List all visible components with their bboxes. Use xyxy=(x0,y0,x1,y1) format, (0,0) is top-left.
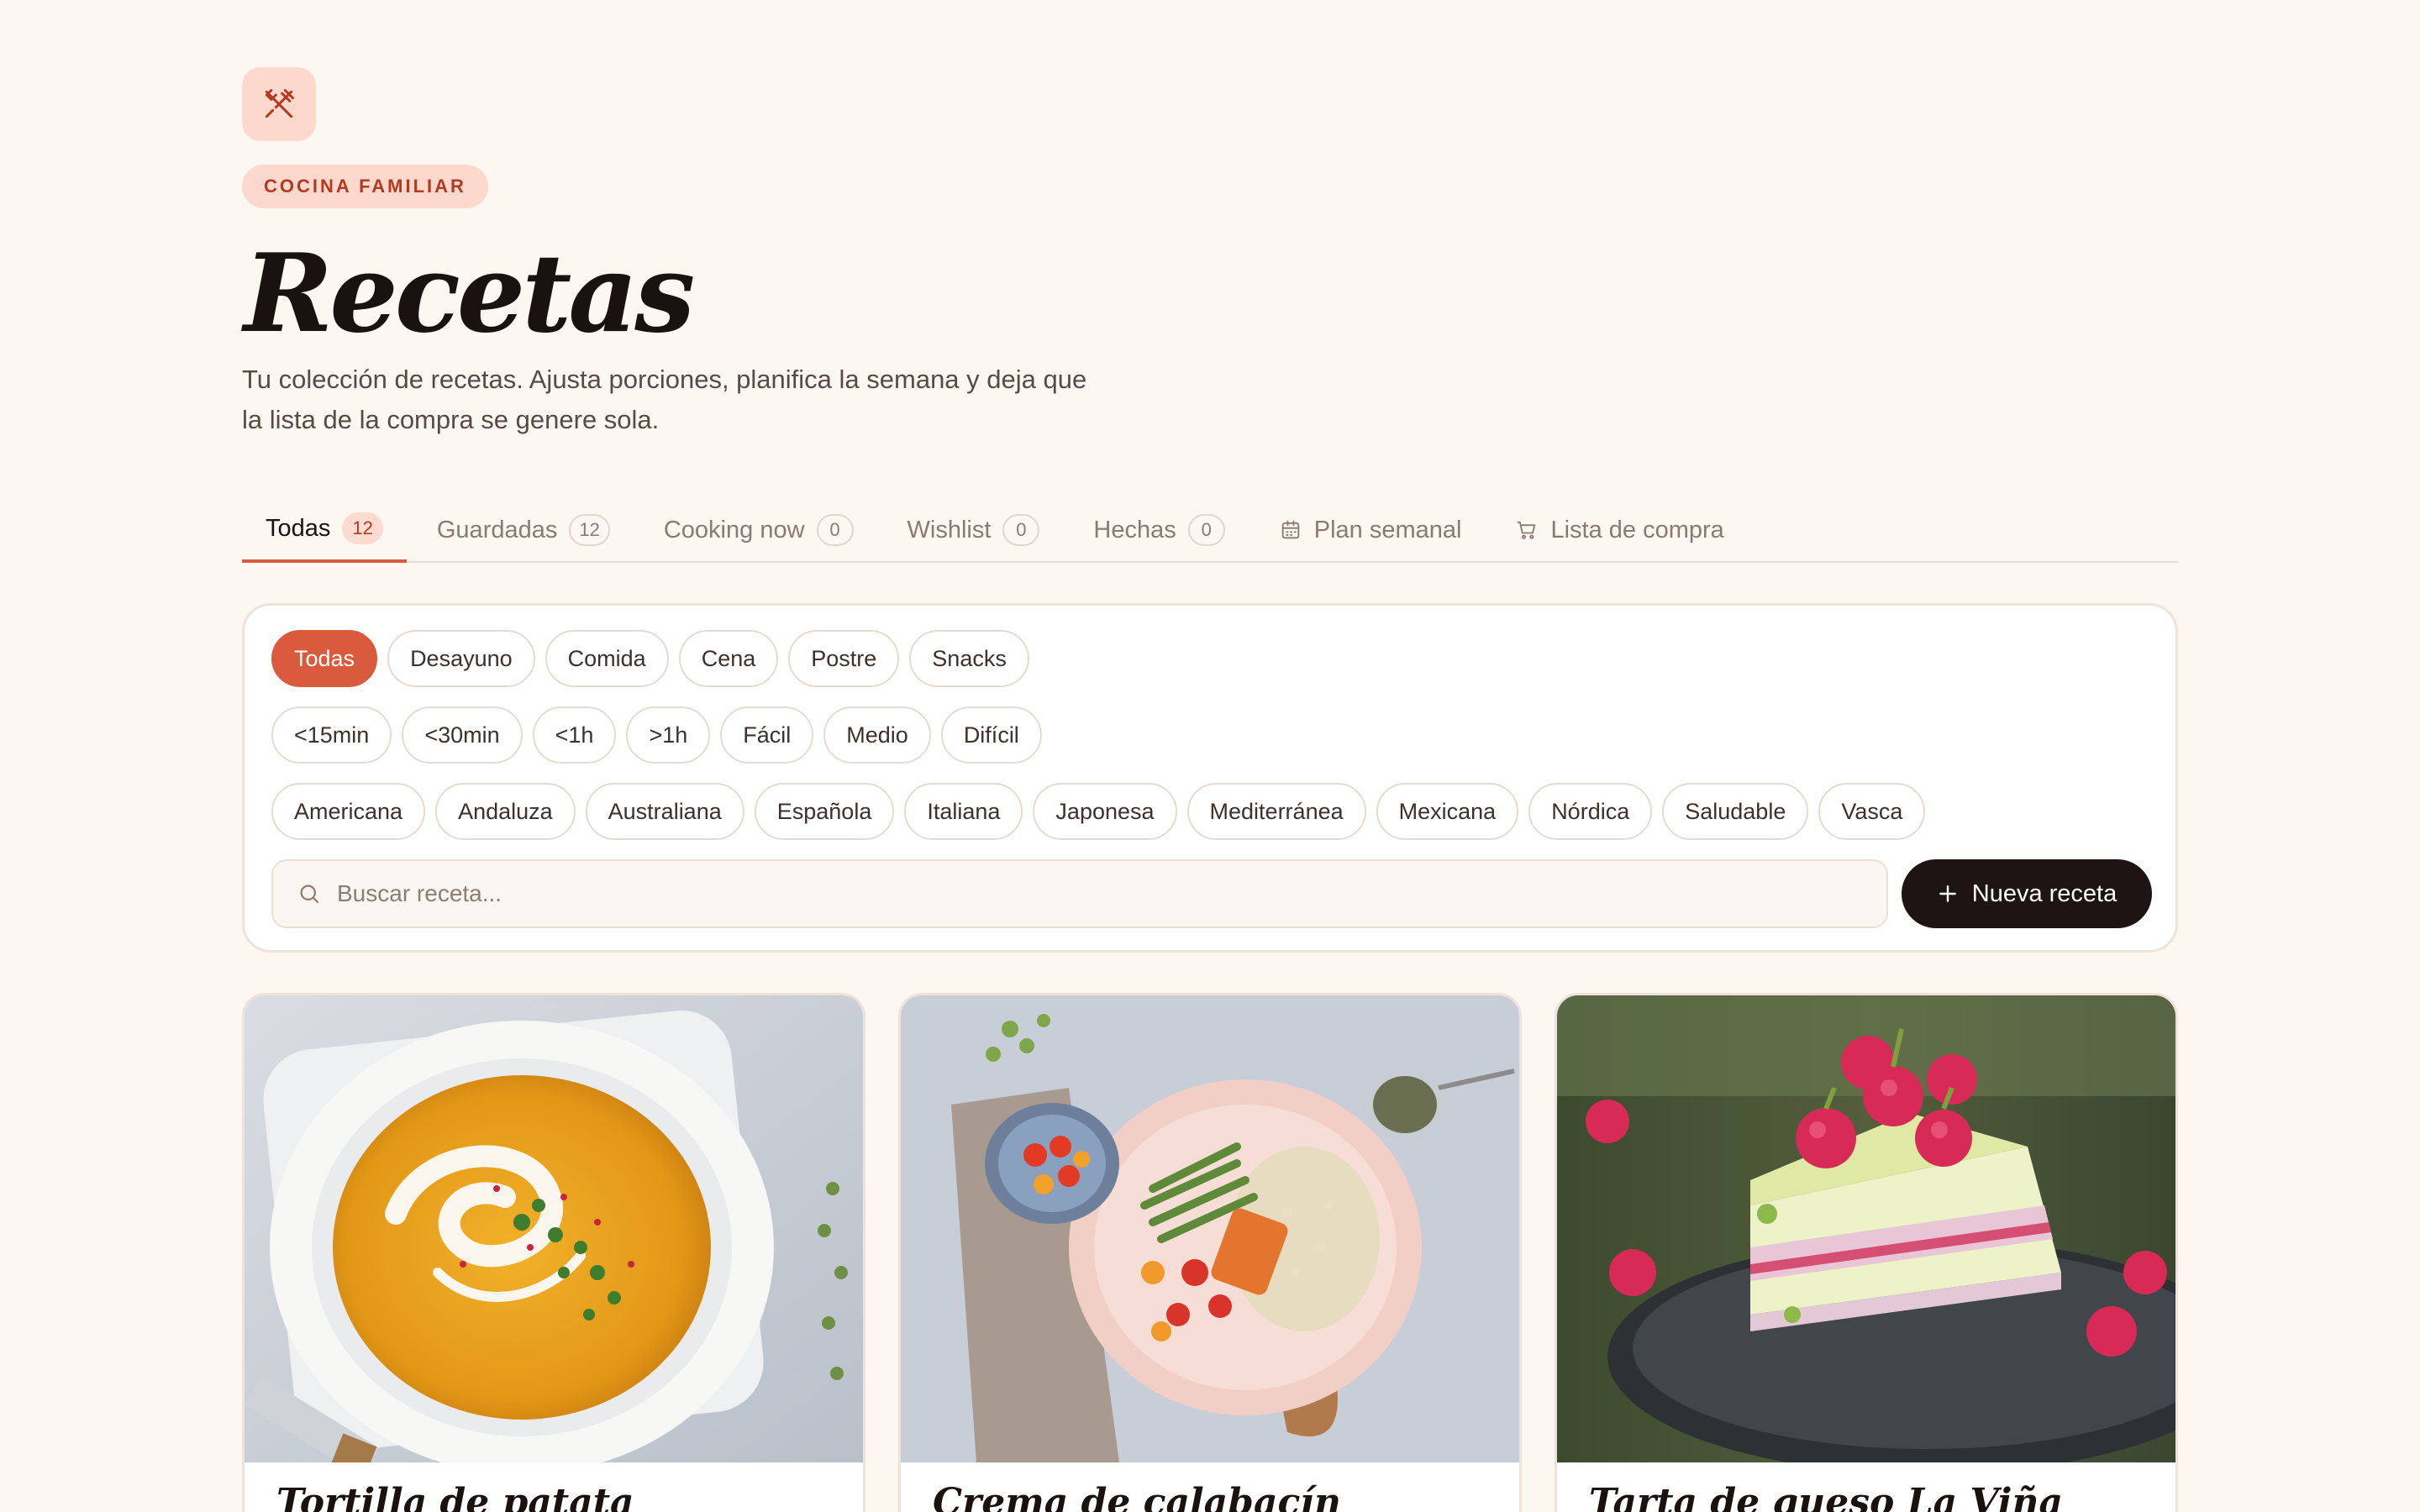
tab-label: Lista de compra xyxy=(1550,516,1724,543)
tab-count-badge: 0 xyxy=(816,514,854,546)
chip-cuisine-australiana[interactable]: Australiana xyxy=(585,783,744,840)
chip-difficulty-dificil[interactable]: Difícil xyxy=(940,706,1042,764)
tab-count-badge: 0 xyxy=(1187,514,1225,546)
chip-cuisine-andaluza[interactable]: Andaluza xyxy=(435,783,576,840)
recipe-card[interactable]: Tortilla de patata xyxy=(242,993,865,1512)
calendar-icon xyxy=(1281,520,1300,539)
chip-time-over-1h[interactable]: >1h xyxy=(626,706,711,764)
chip-cuisine-vasca[interactable]: Vasca xyxy=(1818,783,1926,840)
subtitle-line-2: la lista de la compra se genere sola. xyxy=(242,405,660,434)
tab-guardadas[interactable]: Guardadas 12 xyxy=(413,497,634,563)
chip-meal-todas[interactable]: Todas xyxy=(271,630,378,687)
recipe-card[interactable]: Tarta de queso La Viña xyxy=(1555,993,2178,1512)
tab-label: Todas xyxy=(266,514,331,542)
tab-wishlist[interactable]: Wishlist 0 xyxy=(884,497,1064,563)
page-subtitle: Tu colección de recetas. Ajusta porcione… xyxy=(242,360,1208,440)
chip-cuisine-americana[interactable]: Americana xyxy=(271,783,426,840)
tab-count-badge: 12 xyxy=(342,512,383,544)
chip-meal-snacks[interactable]: Snacks xyxy=(909,630,1029,687)
search-placeholder: Buscar receta... xyxy=(337,880,502,906)
recipe-title: Tortilla de patata xyxy=(276,1481,634,1512)
chip-cuisine-japonesa[interactable]: Japonesa xyxy=(1033,783,1177,840)
chip-cuisine-mexicana[interactable]: Mexicana xyxy=(1376,783,1519,840)
recipe-image-cake xyxy=(1557,995,2175,1462)
tab-todas[interactable]: Todas 12 xyxy=(242,497,407,563)
tab-hechas[interactable]: Hechas 0 xyxy=(1070,497,1248,563)
recipe-image-plate xyxy=(901,995,1519,1462)
recipe-card[interactable]: Crema de calabacín xyxy=(898,993,1522,1512)
subtitle-line-1: Tu colección de recetas. Ajusta porcione… xyxy=(242,365,1087,394)
new-recipe-label: Nueva receta xyxy=(1971,879,2118,907)
chip-meal-desayuno[interactable]: Desayuno xyxy=(387,630,535,687)
recipe-title: Tarta de queso La Viña xyxy=(1589,1481,2063,1512)
time-difficulty-filter-row: <15min <30min <1h >1h Fácil Medio Difíci… xyxy=(271,706,1042,764)
recipe-tabs: Todas 12 Guardadas 12 Cooking now 0 Wish… xyxy=(242,497,2178,563)
meal-filter-row: Todas Desayuno Comida Cena Postre Snacks xyxy=(271,630,1029,687)
tab-count-badge: 0 xyxy=(1002,514,1040,546)
utensils-icon xyxy=(265,89,294,118)
search-input[interactable]: Buscar receta... xyxy=(271,859,1888,928)
chip-meal-cena[interactable]: Cena xyxy=(678,630,779,687)
page-title: Recetas xyxy=(244,231,695,357)
filter-panel: Todas Desayuno Comida Cena Postre Snacks… xyxy=(242,603,2178,953)
tab-cooking-now[interactable]: Cooking now 0 xyxy=(640,497,877,563)
chip-meal-comida[interactable]: Comida xyxy=(544,630,669,687)
new-recipe-button[interactable]: Nueva receta xyxy=(1902,859,2152,928)
chip-difficulty-facil[interactable]: Fácil xyxy=(720,706,814,764)
chip-time-1h[interactable]: <1h xyxy=(532,706,617,764)
chip-time-30min[interactable]: <30min xyxy=(402,706,523,764)
cart-icon xyxy=(1518,521,1536,539)
chip-cuisine-mediterranea[interactable]: Mediterránea xyxy=(1186,783,1366,840)
cuisine-filter-row: Americana Andaluza Australiana Española … xyxy=(271,783,1926,840)
tab-lista-compra[interactable]: Lista de compra xyxy=(1491,497,1747,563)
recipe-image-soup xyxy=(245,995,863,1462)
recipe-title: Crema de calabacín xyxy=(933,1481,1341,1512)
app-logo xyxy=(242,67,316,141)
tab-count-badge: 12 xyxy=(569,514,610,546)
tab-plan-semanal[interactable]: Plan semanal xyxy=(1255,497,1486,563)
chip-time-15min[interactable]: <15min xyxy=(271,706,392,764)
chip-cuisine-italiana[interactable]: Italiana xyxy=(904,783,1023,840)
tab-label: Cooking now xyxy=(663,516,805,543)
tab-label: Wishlist xyxy=(907,516,992,543)
chip-cuisine-espanola[interactable]: Española xyxy=(754,783,895,840)
chip-cuisine-nordica[interactable]: Nórdica xyxy=(1528,783,1653,840)
plus-icon xyxy=(1939,885,1956,902)
tab-label: Plan semanal xyxy=(1313,516,1462,543)
tab-label: Hechas xyxy=(1093,516,1176,543)
chip-cuisine-saludable[interactable]: Saludable xyxy=(1662,783,1809,840)
chip-meal-postre[interactable]: Postre xyxy=(788,630,900,687)
tab-label: Guardadas xyxy=(436,516,558,543)
chip-difficulty-medio[interactable]: Medio xyxy=(823,706,931,764)
section-badge: COCINA FAMILIAR xyxy=(242,165,488,208)
search-icon xyxy=(300,885,319,904)
